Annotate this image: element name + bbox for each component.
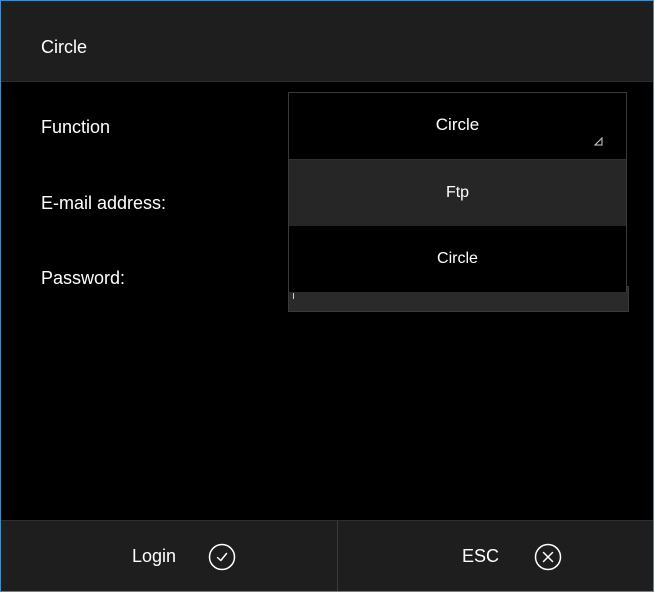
- password-label: Password:: [41, 268, 126, 288]
- function-selected-value: Circle: [435, 115, 480, 134]
- dropdown-option-label: Ftp: [445, 184, 470, 201]
- dropdown-caret-icon: [594, 137, 603, 146]
- circle-dialog: Circle Function E-mail address: Password…: [0, 0, 654, 592]
- esc-button[interactable]: ESC: [338, 521, 653, 591]
- check-circle-icon: [208, 543, 236, 571]
- function-select[interactable]: Circle: [289, 93, 626, 160]
- text-cursor: [293, 293, 294, 299]
- dropdown-option-circle[interactable]: Circle: [289, 226, 626, 292]
- email-address-label: E-mail address:: [41, 193, 167, 213]
- function-dropdown[interactable]: Circle Ftp Circle: [288, 92, 627, 292]
- login-label: Login: [132, 546, 177, 566]
- footer-bar: Login ESC: [1, 520, 653, 591]
- close-circle-icon: [534, 543, 562, 571]
- dropdown-option-ftp[interactable]: Ftp: [289, 160, 626, 226]
- esc-label: ESC: [462, 546, 500, 566]
- function-label: Function: [41, 117, 111, 137]
- title-bar: Circle: [1, 1, 653, 82]
- login-button[interactable]: Login: [1, 521, 338, 591]
- dialog-title: Circle: [41, 37, 88, 57]
- dropdown-option-label: Circle: [437, 250, 478, 267]
